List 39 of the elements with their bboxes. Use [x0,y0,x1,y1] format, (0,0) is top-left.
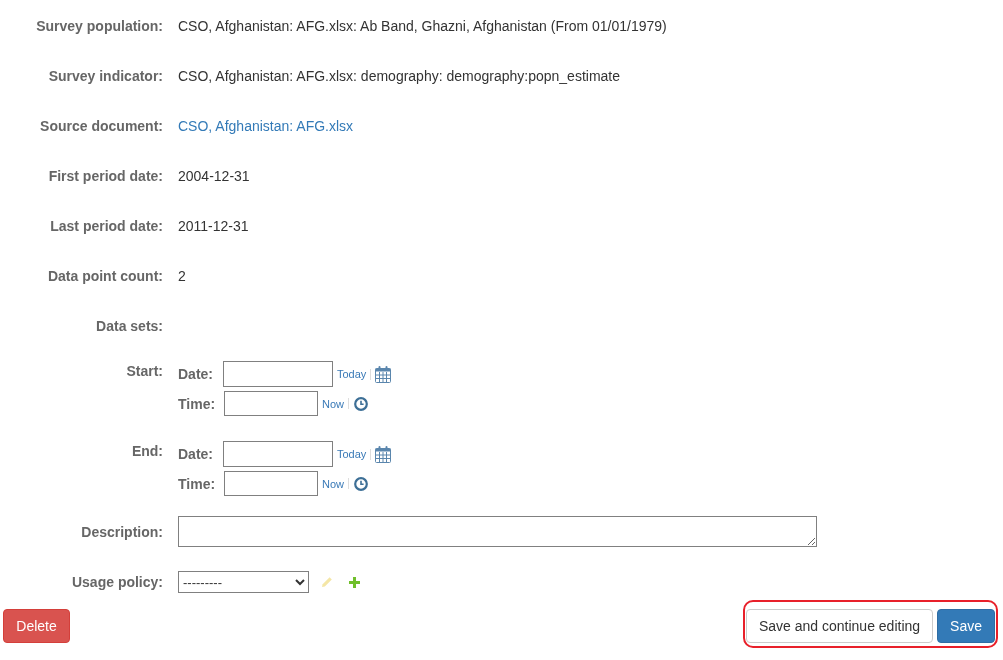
section-label: Data sets: [95,317,163,336]
field-value: 2011-12-31 [178,217,249,236]
save-continue-button[interactable]: Save and continue editing [745,609,934,643]
field-label: Start: [125,362,163,381]
now-link[interactable]: Now [322,477,344,490]
field-value: 2004-12-31 [178,167,250,186]
now-link[interactable]: Now [322,397,344,410]
time-label: Time: [178,395,217,412]
document-link[interactable]: CSO, Afghanistan: AFG.xlsx [178,116,354,136]
field-label: Description: [80,522,163,542]
today-link[interactable]: Today [337,368,367,380]
calendar-icon[interactable] [375,445,392,463]
time-field[interactable] [224,391,318,416]
calendar-icon[interactable] [375,365,392,383]
clock-icon[interactable] [354,396,368,411]
field-label: Last period date: [49,217,163,236]
time-field[interactable] [224,471,318,496]
field-label: Usage policy: [70,573,163,592]
date-field[interactable] [223,441,333,467]
clock-icon[interactable] [354,476,368,491]
field-label: Data point count: [46,267,163,286]
date-label: Date: [178,366,214,382]
time-label: Time: [178,475,217,492]
description-field[interactable] [178,516,817,547]
date-label: Date: [178,446,214,462]
save-button[interactable]: Save [937,609,995,643]
usage-policy-select[interactable]: --------- [178,571,309,593]
field-value: CSO, Afghanistan: AFG.xlsx: Ab Band, Ghazni, Afghanistan (From 01/01/1979) [178,17,667,36]
field-label: First period date: [47,167,163,186]
delete-button[interactable]: Delete [3,609,70,643]
today-link[interactable]: Today [337,448,367,460]
field-value: 2 [178,267,186,286]
field-value: CSO, Afghanistan: AFG.xlsx: demography: demography:popn_estimate [178,67,621,86]
field-label: End: [130,442,163,461]
field-label: Survey population: [35,17,163,36]
field-label: Source document: [39,117,163,136]
field-label: Survey indicator: [47,67,163,86]
date-field[interactable] [223,361,333,387]
plus-icon[interactable] [349,576,360,588]
